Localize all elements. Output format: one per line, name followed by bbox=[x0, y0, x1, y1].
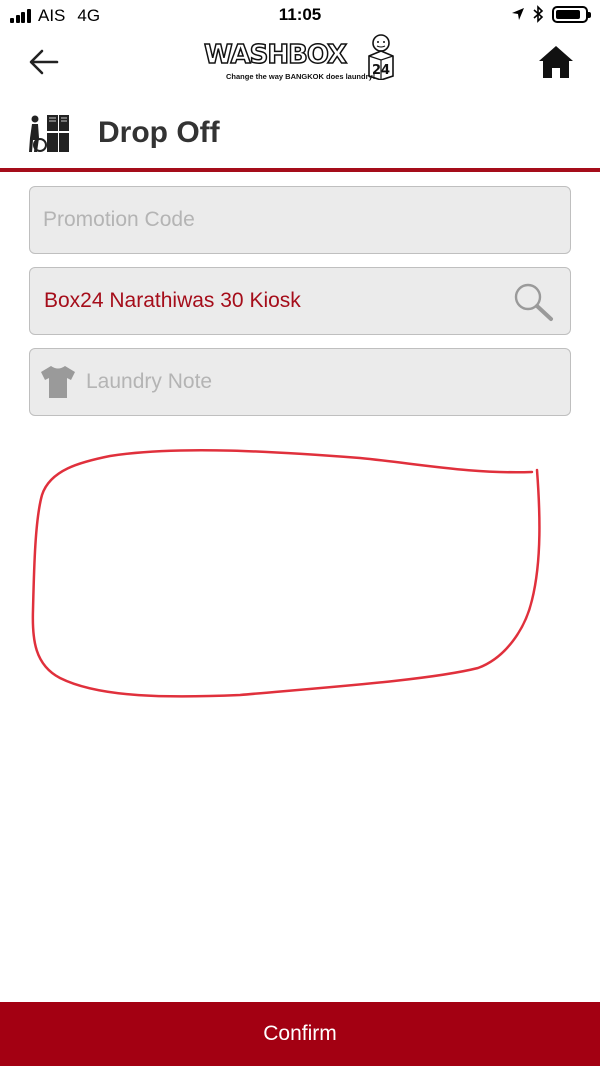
laundry-note-field[interactable] bbox=[29, 348, 571, 416]
location-value: Box24 Narathiwas 30 Kiosk bbox=[44, 289, 301, 312]
back-button[interactable] bbox=[22, 42, 66, 82]
page-title: Drop Off bbox=[98, 116, 220, 149]
home-button[interactable] bbox=[534, 40, 578, 84]
status-right bbox=[511, 5, 591, 23]
logo-tagline: Change the way BANGKOK does laundry! bbox=[226, 72, 376, 81]
arrow-left-icon bbox=[29, 49, 59, 75]
status-time: 11:05 bbox=[278, 5, 322, 24]
status-bar: AIS 4G 11:05 bbox=[0, 0, 600, 32]
promotion-code-field[interactable] bbox=[29, 186, 571, 254]
promotion-code-input[interactable] bbox=[43, 187, 483, 253]
location-field[interactable]: Box24 Narathiwas 30 Kiosk bbox=[29, 267, 571, 335]
app-header: WASHBOX 24 Change the way BANGKOK does l… bbox=[0, 32, 600, 94]
battery-icon bbox=[552, 5, 591, 23]
home-icon bbox=[539, 46, 573, 78]
annotation-loop bbox=[31, 448, 541, 698]
logo-wordmark: WASHBOX bbox=[203, 39, 348, 71]
shirt-icon bbox=[41, 366, 75, 398]
locker-person-icon bbox=[29, 115, 69, 152]
confirm-button[interactable]: Confirm bbox=[0, 1002, 600, 1066]
title-divider bbox=[0, 168, 600, 172]
bluetooth-icon bbox=[533, 5, 544, 23]
location-arrow-icon bbox=[512, 8, 524, 20]
washbox-logo: WASHBOX 24 Change the way BANGKOK does l… bbox=[203, 32, 398, 86]
laundry-note-input[interactable] bbox=[86, 349, 546, 415]
search-icon[interactable] bbox=[512, 281, 554, 323]
page-title-row: Drop Off bbox=[0, 104, 600, 168]
